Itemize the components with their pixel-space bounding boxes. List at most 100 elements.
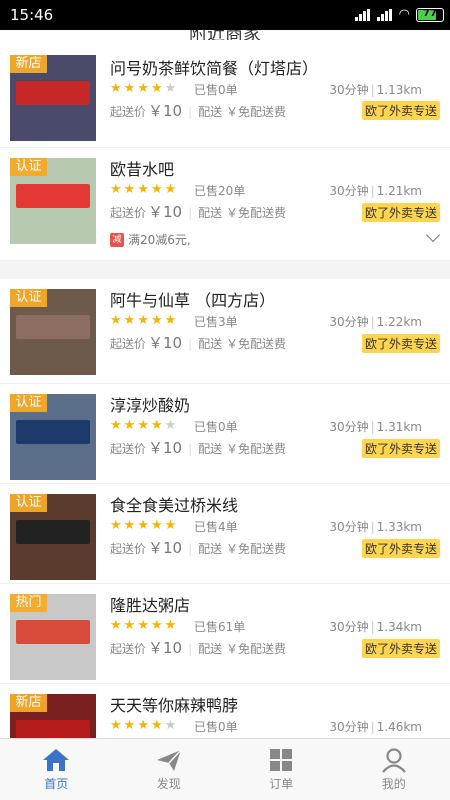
tab-label: 我的 xyxy=(381,777,406,791)
shop-thumbnail[interactable]: 认证 xyxy=(10,289,96,375)
min-order-price: 起送价￥10 | 配送 ￥免配送费 xyxy=(110,332,286,353)
tab-paper-plane[interactable]: 发现 xyxy=(113,739,226,800)
chevron-down-icon[interactable] xyxy=(425,227,441,243)
star-icon: ★ xyxy=(137,81,151,96)
rating-stars: ★★★★★ xyxy=(110,518,178,533)
shop-name[interactable]: 淳淳炒酸奶 xyxy=(110,392,190,416)
shop-item[interactable]: 热门 隆胜达粥店 ★★★★★ 已售61单 30分钟 | 1.34km 起送价 ￥10 | 配送 ￥免… xyxy=(0,584,450,684)
divider: | xyxy=(370,315,375,329)
star-icon: ★ xyxy=(137,418,151,433)
shop-item[interactable]: 新店 问号奶茶鲜饮简餐（灯塔店） ★★★★★ 已售0单 30分钟 | 1.13km 起送价 ￥1… xyxy=(0,43,450,148)
delivery-time: 30分钟 xyxy=(329,420,369,434)
min-price-value: ￥10 xyxy=(148,539,183,557)
delivery-time-distance: 30分钟 | 1.22km xyxy=(329,313,422,330)
rating-stars: ★★★★★ xyxy=(110,182,178,197)
shop-tag-badge: 新店 xyxy=(10,694,47,712)
shop-thumbnail[interactable]: 认证 xyxy=(10,158,96,244)
star-icon: ★ xyxy=(110,313,124,328)
shop-thumbnail[interactable]: 认证 xyxy=(10,494,96,580)
delivery-fee: 配送 ￥免配送费 xyxy=(198,105,286,119)
rating-stars: ★★★★★ xyxy=(110,313,178,328)
delivery-time: 30分钟 xyxy=(329,184,369,198)
star-icon: ★ xyxy=(137,718,151,733)
tab-grid[interactable]: 订单 xyxy=(225,739,338,800)
delivery-time-distance: 30分钟 | 1.34km xyxy=(329,618,422,635)
shop-item[interactable]: 新店天天等你麻辣鸭脖★★★★★已售0单30分钟|1.46km起送价￥10|配送 … xyxy=(0,684,450,738)
star-icon: ★ xyxy=(164,718,179,733)
star-icon: ★ xyxy=(150,518,165,533)
divider: | xyxy=(370,184,375,198)
divider: | xyxy=(188,542,193,556)
shop-tag-badge: 热门 xyxy=(10,594,47,612)
min-price-label: 起送价 xyxy=(110,542,147,556)
delivery-time: 30分钟 xyxy=(329,620,369,634)
star-icon: ★ xyxy=(123,618,138,633)
star-icon: ★ xyxy=(123,718,138,733)
delivery-time-distance: 30分钟 | 1.33km xyxy=(329,518,422,535)
star-icon: ★ xyxy=(150,418,165,433)
delivery-time: 30分钟 xyxy=(329,315,369,329)
shop-signboard xyxy=(16,315,90,339)
divider: | xyxy=(370,720,375,734)
signal-icon xyxy=(354,8,371,21)
star-icon: ★ xyxy=(123,182,138,197)
battery-icon: 77 xyxy=(416,7,444,22)
tab-home[interactable]: 首页 xyxy=(0,739,113,800)
tab-label: 发现 xyxy=(156,777,181,791)
paper-plane-icon xyxy=(113,747,226,773)
shop-name[interactable]: 天天等你麻辣鸭脖 xyxy=(110,692,238,716)
delivery-time: 30分钟 xyxy=(329,520,369,534)
shop-item[interactable]: 认证 阿牛与仙草 （四方店） ★★★★★ 已售3单 30分钟 | 1.22km 起送价 ￥10 |… xyxy=(0,279,450,384)
shop-name[interactable]: 欧昔水吧 xyxy=(110,156,174,180)
delivery-fee: 配送 ￥免配送费 xyxy=(198,206,286,220)
star-icon: ★ xyxy=(150,81,165,96)
star-icon: ★ xyxy=(123,418,138,433)
divider: | xyxy=(188,642,193,656)
shop-item[interactable]: 认证 欧昔水吧 ★★★★★ 已售20单 30分钟 | 1.21km 起送价 ￥10 | 配送 ￥免配… xyxy=(0,148,450,261)
shop-name[interactable]: 阿牛与仙草 （四方店） xyxy=(110,287,275,311)
star-icon: ★ xyxy=(137,182,151,197)
star-icon: ★ xyxy=(123,313,138,328)
min-order-price: 起送价￥10 | 配送 ￥免配送费 xyxy=(110,637,286,658)
rating-stars: ★★★★★ xyxy=(110,418,178,433)
star-icon: ★ xyxy=(150,182,165,197)
min-order-price: 起送价￥10 | 配送 ￥免配送费 xyxy=(110,100,286,121)
delivery-time-distance: 30分钟 | 1.46km xyxy=(329,718,422,735)
divider: | xyxy=(188,442,193,456)
shop-name[interactable]: 食全食美过桥米线 xyxy=(110,492,238,516)
status-icons: ◠ 77 xyxy=(354,7,444,22)
shop-name[interactable]: 问号奶茶鲜饮简餐（灯塔店） xyxy=(110,55,318,79)
shop-signboard xyxy=(16,81,90,105)
sold-count: 已售0单 xyxy=(194,83,238,97)
sold-count: 已售0单 xyxy=(194,420,238,434)
shop-thumbnail[interactable]: 新店 xyxy=(10,694,96,738)
min-order-price: 起送价￥10 | 配送 ￥免配送费 xyxy=(110,201,286,222)
home-icon xyxy=(0,747,113,773)
shop-thumbnail[interactable]: 认证 xyxy=(10,394,96,480)
sold-count: 已售3单 xyxy=(194,315,238,329)
promo-line[interactable]: 减满20减6元, xyxy=(110,231,191,248)
star-icon: ★ xyxy=(110,182,124,197)
tab-label: 订单 xyxy=(269,777,294,791)
star-icon: ★ xyxy=(110,718,124,733)
distance: 1.46km xyxy=(376,720,422,734)
shop-thumbnail[interactable]: 热门 xyxy=(10,594,96,680)
tab-user[interactable]: 我的 xyxy=(338,739,450,800)
shop-tag-badge: 新店 xyxy=(10,55,47,73)
rating-stars: ★★★★★ xyxy=(110,81,178,96)
shop-name[interactable]: 隆胜达粥店 xyxy=(110,592,190,616)
min-price-label: 起送价 xyxy=(110,105,147,119)
delivery-badge: 欧了外卖专送 xyxy=(361,439,440,458)
shop-signboard xyxy=(16,184,90,208)
min-price-label: 起送价 xyxy=(110,442,147,456)
delivery-badge: 欧了外卖专送 xyxy=(361,203,440,222)
min-order-price: 起送价￥10 | 配送 ￥免配送费 xyxy=(110,537,286,558)
shop-list[interactable]: 新店 问号奶茶鲜饮简餐（灯塔店） ★★★★★ 已售0单 30分钟 | 1.13km 起送价 ￥1… xyxy=(0,40,450,738)
shop-thumbnail[interactable]: 新店 xyxy=(10,55,96,141)
star-icon: ★ xyxy=(137,518,151,533)
shop-tag-badge: 认证 xyxy=(10,394,47,412)
min-price-value: ￥10 xyxy=(148,102,183,120)
shop-item[interactable]: 认证 淳淳炒酸奶 ★★★★★ 已售0单 30分钟 | 1.31km 起送价 ￥10 | 配送 ￥免配… xyxy=(0,384,450,484)
min-price-value: ￥10 xyxy=(148,203,183,221)
shop-item[interactable]: 认证 食全食美过桥米线 ★★★★★ 已售4单 30分钟 | 1.33km 起送价 ￥10 | 配送 … xyxy=(0,484,450,584)
